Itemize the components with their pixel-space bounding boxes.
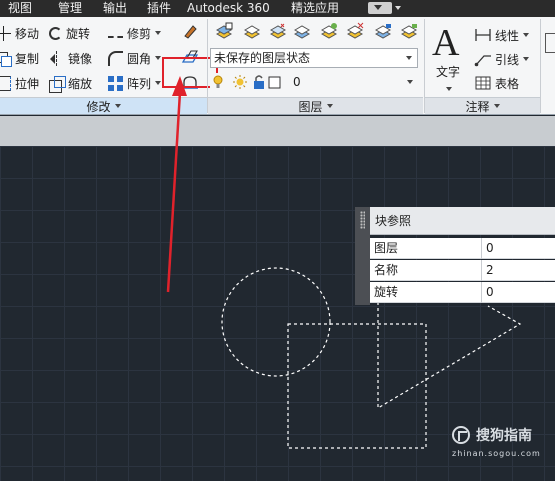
property-row[interactable]: 旋转 0 [370,282,555,303]
property-value[interactable]: 0 [486,238,494,258]
property-key: 名称 [374,263,399,277]
column-divider [481,282,482,303]
quick-properties-palette: 块参照 图层 0 名称 2 旋转 0 [355,207,555,305]
property-row[interactable]: 图层 0 [370,238,555,259]
column-divider [481,238,482,259]
property-value[interactable]: 2 [486,260,494,280]
watermark-name: 搜狗指南 [476,428,532,444]
sogou-logo-icon [452,426,470,444]
palette-title: 块参照 [370,207,555,235]
property-key: 旋转 [374,285,399,299]
property-key: 图层 [374,241,399,255]
property-value[interactable]: 0 [486,282,494,302]
watermark-url: zhinan.sogou.com [452,449,541,458]
property-row[interactable]: 名称 2 [370,260,555,281]
column-divider [481,260,482,281]
palette-grip-handle[interactable] [355,207,370,305]
